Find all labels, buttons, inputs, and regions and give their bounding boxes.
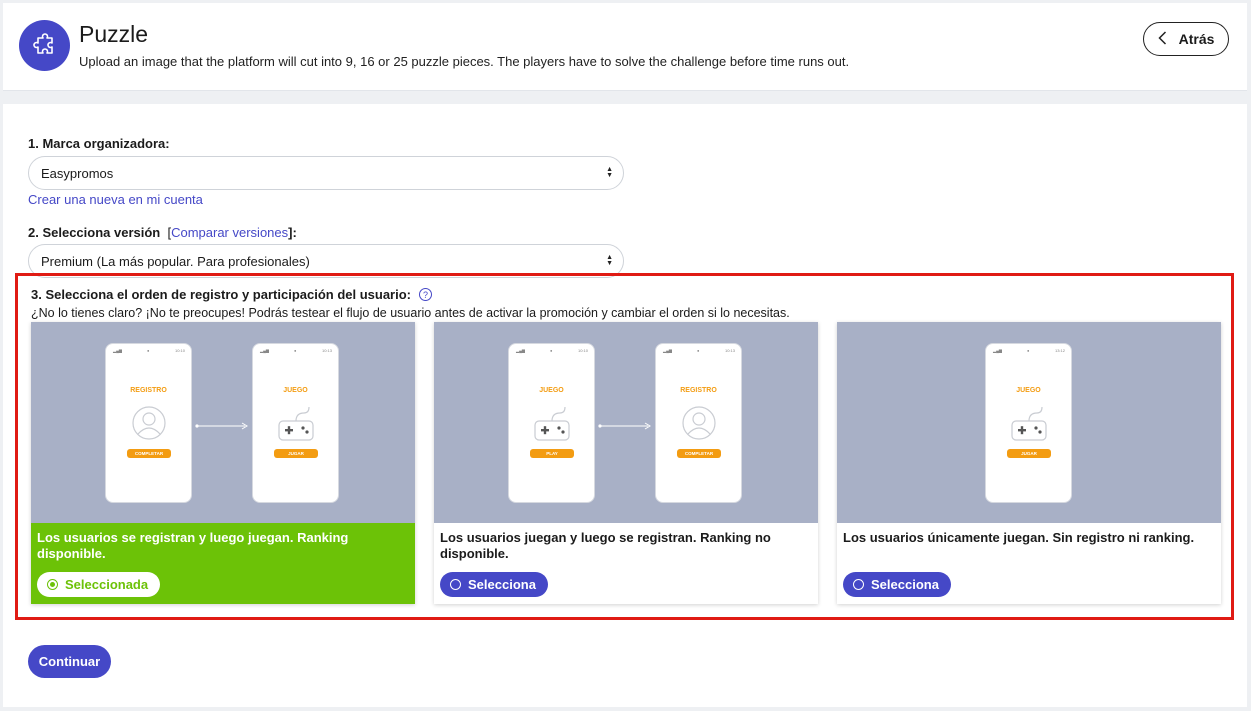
page-subtitle: Upload an image that the platform will c… — [79, 54, 850, 69]
arrow-right-icon — [195, 422, 248, 430]
select-arrows-icon: ▲ ▼ — [606, 166, 613, 179]
user-flow-section: 3. Selecciona el orden de registro y par… — [15, 273, 1234, 620]
arrow-right-icon — [598, 422, 651, 430]
user-avatar-icon — [132, 406, 166, 440]
phone-mockup: ▂▄▆ ● 10:13 REGISTRO COMPLETAR — [655, 343, 742, 503]
help-icon[interactable]: ? — [419, 288, 433, 301]
gamepad-icon — [1011, 406, 1047, 441]
puzzle-piece-icon — [19, 20, 70, 71]
version-select-value: Premium (La más popular. Para profesiona… — [41, 253, 310, 269]
radio-checked-icon — [47, 579, 58, 590]
phone-mockup: ▂▄▆ ● 10:10 REGISTRO COMPLETAR — [105, 343, 192, 503]
radio-unchecked-icon — [853, 579, 864, 590]
brand-select-value: Easypromos — [41, 165, 114, 181]
gamepad-icon — [534, 406, 570, 441]
page-title: Puzzle — [79, 21, 149, 47]
flow-preview: ▂▄▆ ● 10:10 JUEGO PLAY ▂▄▆ ● 10:13 REGISTRO … — [434, 322, 818, 523]
create-brand-link[interactable]: Crear una nueva en mi cuenta — [28, 192, 203, 207]
flow-preview: ▂▄▆ ● 10:10 REGISTRO COMPLETAR ▂▄▆ ● 10:13 J… — [31, 322, 415, 523]
flow-options: ▂▄▆ ● 10:10 REGISTRO COMPLETAR ▂▄▆ ● 10:13 J… — [31, 322, 1221, 604]
flow-option-select-button[interactable]: Selecciona — [440, 572, 548, 597]
flow-option-description: Los usuarios juegan y luego se registran… — [440, 530, 771, 561]
flow-option-select-button[interactable]: Selecciona — [843, 572, 951, 597]
version-label: 2. Selecciona versión [Comparar versione… — [28, 225, 297, 240]
flow-option-play-then-register[interactable]: ▂▄▆ ● 10:10 JUEGO PLAY ▂▄▆ ● 10:13 REGISTRO … — [434, 322, 818, 604]
brand-select[interactable]: Easypromos ▲ ▼ — [28, 156, 624, 190]
brand-label: 1. Marca organizadora: — [28, 136, 170, 151]
main-form: 1. Marca organizadora: Easypromos ▲ ▼ Cre… — [3, 104, 1247, 707]
chevron-left-icon — [1158, 30, 1167, 48]
flow-option-play-only[interactable]: ▂▄▆ ● 13:12 JUEGO JUGAR Los usuarios única… — [837, 322, 1221, 604]
flow-option-description: Los usuarios se registran y luego juegan… — [37, 530, 349, 561]
page-header: Puzzle Upload an image that the platform… — [3, 3, 1247, 91]
phone-mockup: ▂▄▆ ● 13:12 JUEGO JUGAR — [985, 343, 1072, 503]
back-button-label: Atrás — [1178, 31, 1215, 47]
flow-option-description: Los usuarios únicamente juegan. Sin regi… — [843, 530, 1195, 545]
flow-option-register-then-play[interactable]: ▂▄▆ ● 10:10 REGISTRO COMPLETAR ▂▄▆ ● 10:13 J… — [31, 322, 415, 604]
select-arrows-icon: ▲ ▼ — [606, 254, 613, 267]
user-flow-hint: ¿No lo tienes claro? ¡No te preocupes! P… — [31, 306, 790, 320]
phone-mockup: ▂▄▆ ● 10:10 JUEGO PLAY — [508, 343, 595, 503]
flow-option-selected-radio[interactable]: Seleccionada — [37, 572, 161, 597]
user-flow-label: 3. Selecciona el orden de registro y par… — [31, 287, 433, 302]
back-button[interactable]: Atrás — [1143, 22, 1229, 56]
flow-preview: ▂▄▆ ● 13:12 JUEGO JUGAR — [837, 322, 1221, 523]
gamepad-icon — [278, 406, 314, 441]
user-avatar-icon — [682, 406, 716, 440]
radio-unchecked-icon — [450, 579, 461, 590]
continue-button[interactable]: Continuar — [28, 645, 111, 678]
compare-versions-link[interactable]: Comparar versiones — [171, 225, 288, 240]
phone-mockup: ▂▄▆ ● 10:13 JUEGO JUGAR — [252, 343, 339, 503]
